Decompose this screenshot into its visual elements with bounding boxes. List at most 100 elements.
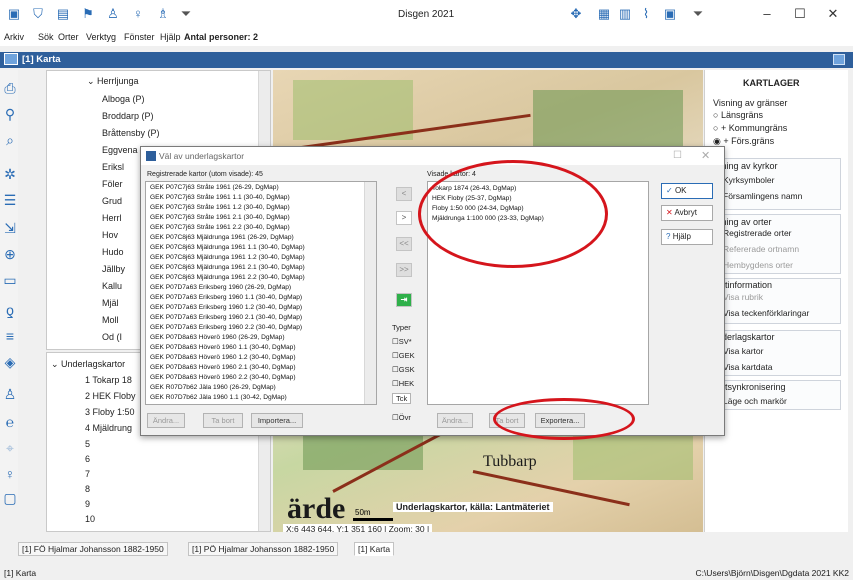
menu-hjalp[interactable]: Hjälp xyxy=(160,32,181,42)
minimize-button[interactable]: – xyxy=(757,6,777,21)
ruler-icon[interactable]: ▭ xyxy=(2,272,18,288)
crosshair-icon[interactable]: ⌖ xyxy=(2,440,18,456)
grid-icon[interactable]: ▦ xyxy=(596,7,612,21)
list-item[interactable]: GEK P07C7j63 Stråte 1961 (26-29, DgMap) xyxy=(150,184,279,191)
close-button[interactable]: ✕ xyxy=(823,6,843,22)
chart-icon[interactable]: ⌇ xyxy=(638,7,654,21)
exportera-button[interactable]: Exportera... xyxy=(535,413,585,428)
location-icon[interactable]: ♀ xyxy=(2,466,18,482)
list-item[interactable]: GEK P07D7a63 Eriksberg 1960 1.1 (30-40, … xyxy=(150,294,302,301)
andra-button-left[interactable]: Ändra... xyxy=(147,413,185,428)
list-item[interactable]: GEK P07D8a63 Höverö 1960 2.1 (30-40, DgM… xyxy=(150,364,296,371)
shown-maps-list[interactable]: Tokarp 1874 (26-43, DgMap) HEK Floby (25… xyxy=(427,181,649,405)
tab-fo-hjalmar[interactable]: [1] FÖ Hjalmar Johansson 1882-1950 xyxy=(18,542,168,556)
type-checkbox-ovr[interactable]: ☐Övr xyxy=(392,413,411,422)
print-icon[interactable]: ⎙ xyxy=(2,80,18,96)
list-item[interactable]: GEK P07D7a63 Eriksberg 1960 1.2 (30-40, … xyxy=(150,304,302,311)
list-item[interactable]: GEK P07C8j63 Mjäldrunga 1961 2.2 (30-40,… xyxy=(150,274,305,281)
visa-kartor-toggle[interactable]: Visa kartor xyxy=(723,346,763,356)
window-layout-icon[interactable]: ▣ xyxy=(662,7,678,21)
settings-icon[interactable]: ✲ xyxy=(2,166,18,182)
list-item[interactable]: GEK R07D7b62 Jäla 1960 1.1 (30-42, DgMap… xyxy=(150,394,287,401)
magic-icon[interactable]: ƍ xyxy=(2,302,18,318)
tree-item[interactable]: Hov xyxy=(102,230,118,240)
link-icon[interactable]: ℮ xyxy=(2,414,18,430)
andra-button-right[interactable]: Ändra... xyxy=(437,413,473,428)
dialog-close-button[interactable]: ✕ xyxy=(701,149,710,162)
tree-item[interactable]: Moll xyxy=(102,315,119,325)
kyrksymboler-toggle[interactable]: Kyrksymboler xyxy=(723,175,774,185)
tree-item[interactable]: 8 xyxy=(85,484,90,494)
tree-item[interactable]: Bråttensby (P) xyxy=(102,128,160,138)
avbryt-button[interactable]: ✕ Avbryt xyxy=(661,205,713,221)
type-checkbox-gsk[interactable]: ☐GSK xyxy=(392,365,415,374)
tree-item[interactable]: 9 xyxy=(85,499,90,509)
list-item[interactable]: GEK P07D7a63 Eriksberg 1960 2.2 (30-40, … xyxy=(150,324,302,331)
person-icon[interactable]: ♙ xyxy=(105,7,121,21)
tree-item[interactable]: Grud xyxy=(102,196,122,206)
tree-item[interactable]: Alboga (P) xyxy=(102,94,145,104)
menu-orter[interactable]: Orter xyxy=(58,32,79,42)
tree-group-herrljunga[interactable]: ⌄ Herrljunga xyxy=(87,76,139,87)
restore-window-icon[interactable] xyxy=(833,54,845,65)
tree-item[interactable]: Mjäl xyxy=(102,298,119,308)
calendar-icon[interactable]: ▤ xyxy=(55,7,71,21)
importera-button[interactable]: Importera... xyxy=(251,413,303,428)
pin-icon[interactable]: ♀ xyxy=(130,7,146,21)
menu-arkiv[interactable]: Arkiv xyxy=(4,32,24,42)
move-all-left-button[interactable]: << xyxy=(396,237,412,251)
visa-rubrik-toggle[interactable]: Visa rubrik xyxy=(723,292,763,302)
move-left-button[interactable]: < xyxy=(396,187,412,201)
list-scrollbar[interactable] xyxy=(364,182,376,404)
list-item[interactable]: GEK P07C8j63 Mjäldrunga 1961 2.1 (30-40,… xyxy=(150,264,305,271)
list-item[interactable]: GEK P07C7j63 Stråte 1961 1.1 (30-40, DgM… xyxy=(150,194,290,201)
tab-po-hjalmar[interactable]: [1] PÖ Hjalmar Johansson 1882-1950 xyxy=(188,542,339,556)
forsamlingens-namn-toggle[interactable]: Församlingens namn xyxy=(723,191,802,201)
visa-teckenforklaringar-toggle[interactable]: Visa teckenförklaringar xyxy=(723,308,809,318)
tree-item[interactable]: Jällby xyxy=(102,264,125,274)
list-item[interactable]: GEK P07C8j63 Mjäldrunga 1961 1.2 (30-40,… xyxy=(150,254,305,261)
frame-icon[interactable]: ▢ xyxy=(2,490,18,506)
tree-item[interactable]: Herrl xyxy=(102,213,122,223)
registered-maps-list[interactable]: GEK P07C7j63 Stråte 1961 (26-29, DgMap) … xyxy=(145,181,377,405)
zoom-icon[interactable]: ⊕ xyxy=(2,246,18,262)
tree-item[interactable]: 10 xyxy=(85,514,95,524)
list-item[interactable]: GEK P07C8j63 Mjäldrunga 1961 (26-29, DgM… xyxy=(150,234,294,241)
type-checkbox-hek[interactable]: ☐HEK xyxy=(392,379,414,388)
ta-bort-button-left[interactable]: Ta bort xyxy=(203,413,243,428)
menu-verktyg[interactable]: Verktyg xyxy=(86,32,116,42)
hembygdens-orter-toggle[interactable]: Hembygdens orter xyxy=(723,260,793,270)
move-right-button[interactable]: > xyxy=(396,211,412,225)
menu-fonster[interactable]: Fönster xyxy=(124,32,155,42)
hjalp-button[interactable]: ? Hjälp xyxy=(661,229,713,245)
lage-och-markor-toggle[interactable]: Läge och markör xyxy=(723,396,787,406)
tree-item[interactable]: Hudo xyxy=(102,247,124,257)
person-add-icon[interactable]: ♙ xyxy=(2,386,18,402)
type-checkbox-sv[interactable]: ☐SV* xyxy=(392,337,412,346)
radio-lansgrans[interactable]: ○ Länsgräns xyxy=(713,110,763,120)
tree-item[interactable]: 6 xyxy=(85,454,90,464)
quick-access-dropdown-icon[interactable]: ⏷ xyxy=(178,7,194,21)
pointer-icon[interactable]: ⇲ xyxy=(2,220,18,236)
list-item[interactable]: GEK P07D7a63 Eriksberg 1960 (26-29, DgMa… xyxy=(150,284,291,291)
list-item[interactable]: Floby 1:50 000 (24-34, DgMap) xyxy=(432,205,524,212)
flag-icon[interactable]: ⚑ xyxy=(80,7,96,21)
ok-button[interactable]: ✓ OK xyxy=(661,183,713,199)
tree-item[interactable]: Kallu xyxy=(102,281,122,291)
list-item[interactable]: GEK P07C8j63 Mjäldrunga 1961 1.1 (30-40,… xyxy=(150,244,305,251)
registrerade-orter-toggle[interactable]: Registrerade orter xyxy=(723,228,792,238)
customize-dropdown-icon[interactable]: ⏷ xyxy=(690,7,706,21)
tree-item[interactable]: 4 Mjäldrung xyxy=(85,423,132,433)
list-item[interactable]: GEK P07C7j63 Stråte 1961 2.1 (30-40, DgM… xyxy=(150,214,290,221)
tab-karta[interactable]: [1] Karta xyxy=(354,542,395,556)
import-map-icon[interactable]: ⇥ xyxy=(396,293,412,307)
type-checkbox-gek[interactable]: ☐GEK xyxy=(392,351,415,360)
list-item[interactable]: GEK P07C7j63 Stråte 1961 2.2 (30-40, DgM… xyxy=(150,224,290,231)
table-icon[interactable]: ▥ xyxy=(617,7,633,21)
list-item[interactable]: GEK P07D8a63 Höverö 1960 1.1 (30-40, DgM… xyxy=(150,344,296,351)
list-item[interactable]: HEK Floby (25-37, DgMap) xyxy=(432,195,512,202)
tree-item[interactable]: Eriksl xyxy=(102,162,124,172)
list-item[interactable]: Tokarp 1874 (26-43, DgMap) xyxy=(432,185,516,192)
tree-item[interactable]: 7 xyxy=(85,469,90,479)
radio-kommungrans[interactable]: ○ + Kommungräns xyxy=(713,123,787,133)
